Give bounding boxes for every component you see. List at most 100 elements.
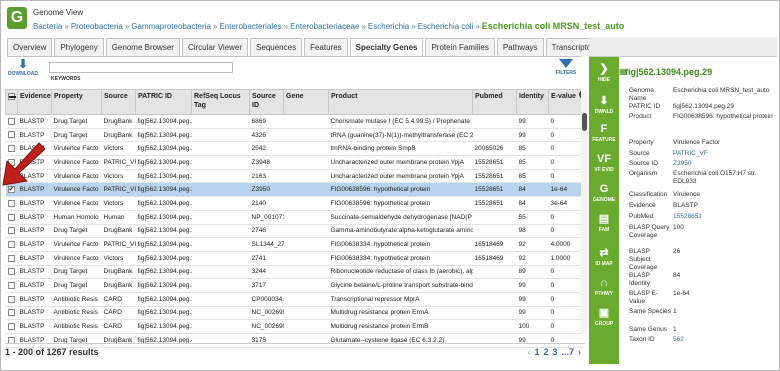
row-checkbox[interactable] xyxy=(5,128,18,143)
next-page-button[interactable]: › xyxy=(578,347,581,357)
cell-product: Uncharacterized outer membrane protein Y… xyxy=(328,169,473,184)
tab-pathways[interactable]: Pathways xyxy=(496,38,544,56)
detail-value: 1 xyxy=(673,326,677,333)
table-scrollbar[interactable] xyxy=(581,89,588,333)
download-button[interactable]: ⬇ DOWNLOAD xyxy=(7,58,39,78)
col-source-id[interactable]: Source ID xyxy=(249,89,284,115)
select-all-checkbox[interactable]: ▬ xyxy=(5,89,18,115)
breadcrumb-separator: » xyxy=(475,22,480,31)
table-row[interactable]: BLASTP Virulence Facto Victors fig|562.1309… xyxy=(5,169,582,184)
row-checkbox[interactable] xyxy=(5,319,18,334)
breadcrumb-link[interactable]: Gammaproteobacteria xyxy=(131,22,211,31)
breadcrumb-link[interactable]: Escherichia xyxy=(368,22,409,31)
breadcrumb-link[interactable]: Proteobacteria xyxy=(71,22,123,31)
pthwy-button[interactable]: ∩ PTHWY xyxy=(589,277,619,297)
tab-specialty-genes[interactable]: Specialty Genes xyxy=(349,38,424,57)
cell-product: Uncharacterized outer membrane protein Y… xyxy=(328,155,473,170)
table-row[interactable]: BLASTP Drug Target DrugBank fig|562.13094.p… xyxy=(5,128,582,143)
table-row[interactable]: BLASTP Human Homolo Human fig|562.13094.peg… xyxy=(5,210,582,225)
table-row[interactable]: BLASTP Virulence Facto Victors fig|562.1309… xyxy=(5,141,582,157)
col-identity[interactable]: Identity xyxy=(516,89,549,115)
col-refseq-locus-tag[interactable]: RefSeq Locus Tag xyxy=(191,89,250,115)
cell-pubmed: 15528651 xyxy=(472,155,517,170)
col-product[interactable]: Product xyxy=(328,89,473,115)
scrollbar-thumb[interactable] xyxy=(582,113,587,131)
cell-source-id: 2163 xyxy=(249,169,284,184)
page-button[interactable]: 3 xyxy=(552,347,557,357)
row-checkbox[interactable] xyxy=(5,251,18,266)
col-gene[interactable]: Gene xyxy=(283,89,329,115)
cell-refseq xyxy=(191,141,250,157)
page-button[interactable]: 2 xyxy=(543,347,548,357)
cell-refseq xyxy=(191,128,250,143)
keywords-input[interactable] xyxy=(49,62,233,73)
cell-source: CARD xyxy=(101,292,136,307)
breadcrumb-link[interactable]: Escherichia coli xyxy=(418,22,474,31)
hide-button[interactable]: ❯ HIDE xyxy=(589,63,619,83)
row-checkbox[interactable] xyxy=(5,265,18,280)
row-checkbox[interactable] xyxy=(5,278,18,293)
filters-button[interactable]: FILTERS xyxy=(551,58,581,76)
tab-features[interactable]: Features xyxy=(304,38,348,56)
table-row[interactable]: BLASTP Drug Target DrugBank fig|562.13094.p… xyxy=(5,114,582,129)
breadcrumb-link[interactable]: Bacteria xyxy=(33,22,62,31)
tab-sequences[interactable]: Sequences xyxy=(250,38,303,56)
table-row[interactable]: BLASTP Antibiotic Resis CARD fig|562.13094.… xyxy=(5,319,582,334)
detail-value[interactable]: 562 xyxy=(673,336,777,344)
row-checkbox[interactable] xyxy=(5,210,18,225)
row-checkbox[interactable] xyxy=(5,224,18,239)
page-button[interactable]: ...7 xyxy=(561,347,574,357)
row-checkbox[interactable] xyxy=(5,292,18,307)
table-row[interactable]: BLASTP Drug Target DrugBank fig|562.13094.p… xyxy=(5,224,582,239)
col-patric-id[interactable]: PATRIC ID xyxy=(135,89,192,115)
col-source[interactable]: Source xyxy=(101,89,136,115)
table-row[interactable]: BLASTP Antibiotic Resis CARD fig|562.13094.… xyxy=(5,306,582,321)
detail-value[interactable]: 15528651 xyxy=(673,213,777,221)
table-row[interactable]: BLASTP Virulence Facto Victors fig|562.1309… xyxy=(5,196,582,211)
dwnld-button[interactable]: ⬇ DWNLD xyxy=(589,95,619,115)
row-checkbox[interactable] xyxy=(5,114,18,129)
row-checkbox[interactable] xyxy=(5,237,18,252)
tab-genome-browser[interactable]: Genome Browser xyxy=(105,38,180,56)
tab-circular-viewer[interactable]: Circular Viewer xyxy=(181,38,249,56)
breadcrumb-link[interactable]: Enterobacteriaceae xyxy=(290,22,359,31)
cell-patric-id: fig|562.13094.peg.2 xyxy=(135,237,192,252)
grid-toolbar: ⬇ DOWNLOAD KEYWORDS FILTERS xyxy=(3,57,585,87)
table-row[interactable]: BLASTP Drug Target DrugBank fig|562.13094.p… xyxy=(5,265,582,280)
cell-patric-id: fig|562.13094.peg.2 xyxy=(135,169,192,184)
vf-evid-button[interactable]: VF VF EVID xyxy=(589,153,619,173)
table-row[interactable]: BLASTP Virulence Facto PATRIC_VI fig|562.13… xyxy=(5,237,582,252)
table-row[interactable]: BLASTP Virulence Facto PATRIC_VF fig|562.13… xyxy=(5,155,582,170)
cell-evalue: 4.0000 xyxy=(548,237,582,252)
cell-source-id: Z3950 xyxy=(249,182,284,198)
detail-panel: ▦ fig|562.13094.peg.29 Genome Name Escher… xyxy=(619,57,777,364)
page-button[interactable]: 1 xyxy=(534,347,539,357)
group-button[interactable]: ▣ GROUP xyxy=(589,307,619,327)
prev-page-button[interactable]: ‹ xyxy=(527,347,530,357)
fam-button[interactable]: ▤ FAM xyxy=(589,213,619,233)
col-evalue[interactable]: E-value xyxy=(548,89,582,115)
breadcrumb-link[interactable]: Enterobacteriales xyxy=(219,22,281,31)
genome-button[interactable]: G GENOME xyxy=(589,183,619,203)
checkbox-icon xyxy=(7,117,15,125)
feature-button[interactable]: F FEATURE xyxy=(589,123,619,143)
col-evidence[interactable]: Evidence xyxy=(17,89,52,115)
breadcrumb-separator: » xyxy=(124,22,130,31)
tab-protein-families[interactable]: Protein Families xyxy=(425,38,495,56)
row-checkbox[interactable] xyxy=(5,196,18,211)
table-row[interactable]: BLASTP Drug Target DrugBank fig|562.13094.p… xyxy=(5,278,582,293)
table-row[interactable]: BLASTP Virulence Facto Victors fig|562.1309… xyxy=(5,251,582,266)
detail-value[interactable]: Z3950 xyxy=(673,160,777,168)
tab-phylogeny[interactable]: Phylogeny xyxy=(54,38,104,56)
tab-overview[interactable]: Overview xyxy=(7,38,53,56)
table-row[interactable]: BLASTP Antibiotic Resis CARD fig|562.13094.… xyxy=(5,292,582,307)
cell-source: DrugBank xyxy=(101,265,136,280)
cell-patric-id: fig|562.13094.peg.3 xyxy=(135,292,192,307)
col-pubmed[interactable]: Pubmed xyxy=(472,89,517,115)
col-property[interactable]: Property xyxy=(51,89,102,115)
id-map-button[interactable]: ⇄ ID MAP xyxy=(589,247,619,267)
cell-gene xyxy=(283,237,329,252)
detail-value[interactable]: PATRIC_VF xyxy=(673,150,777,158)
table-row[interactable]: ✔ BLASTP Virulence Facto PATRIC_VI fig|562.1… xyxy=(5,182,582,198)
row-checkbox[interactable] xyxy=(5,306,18,321)
